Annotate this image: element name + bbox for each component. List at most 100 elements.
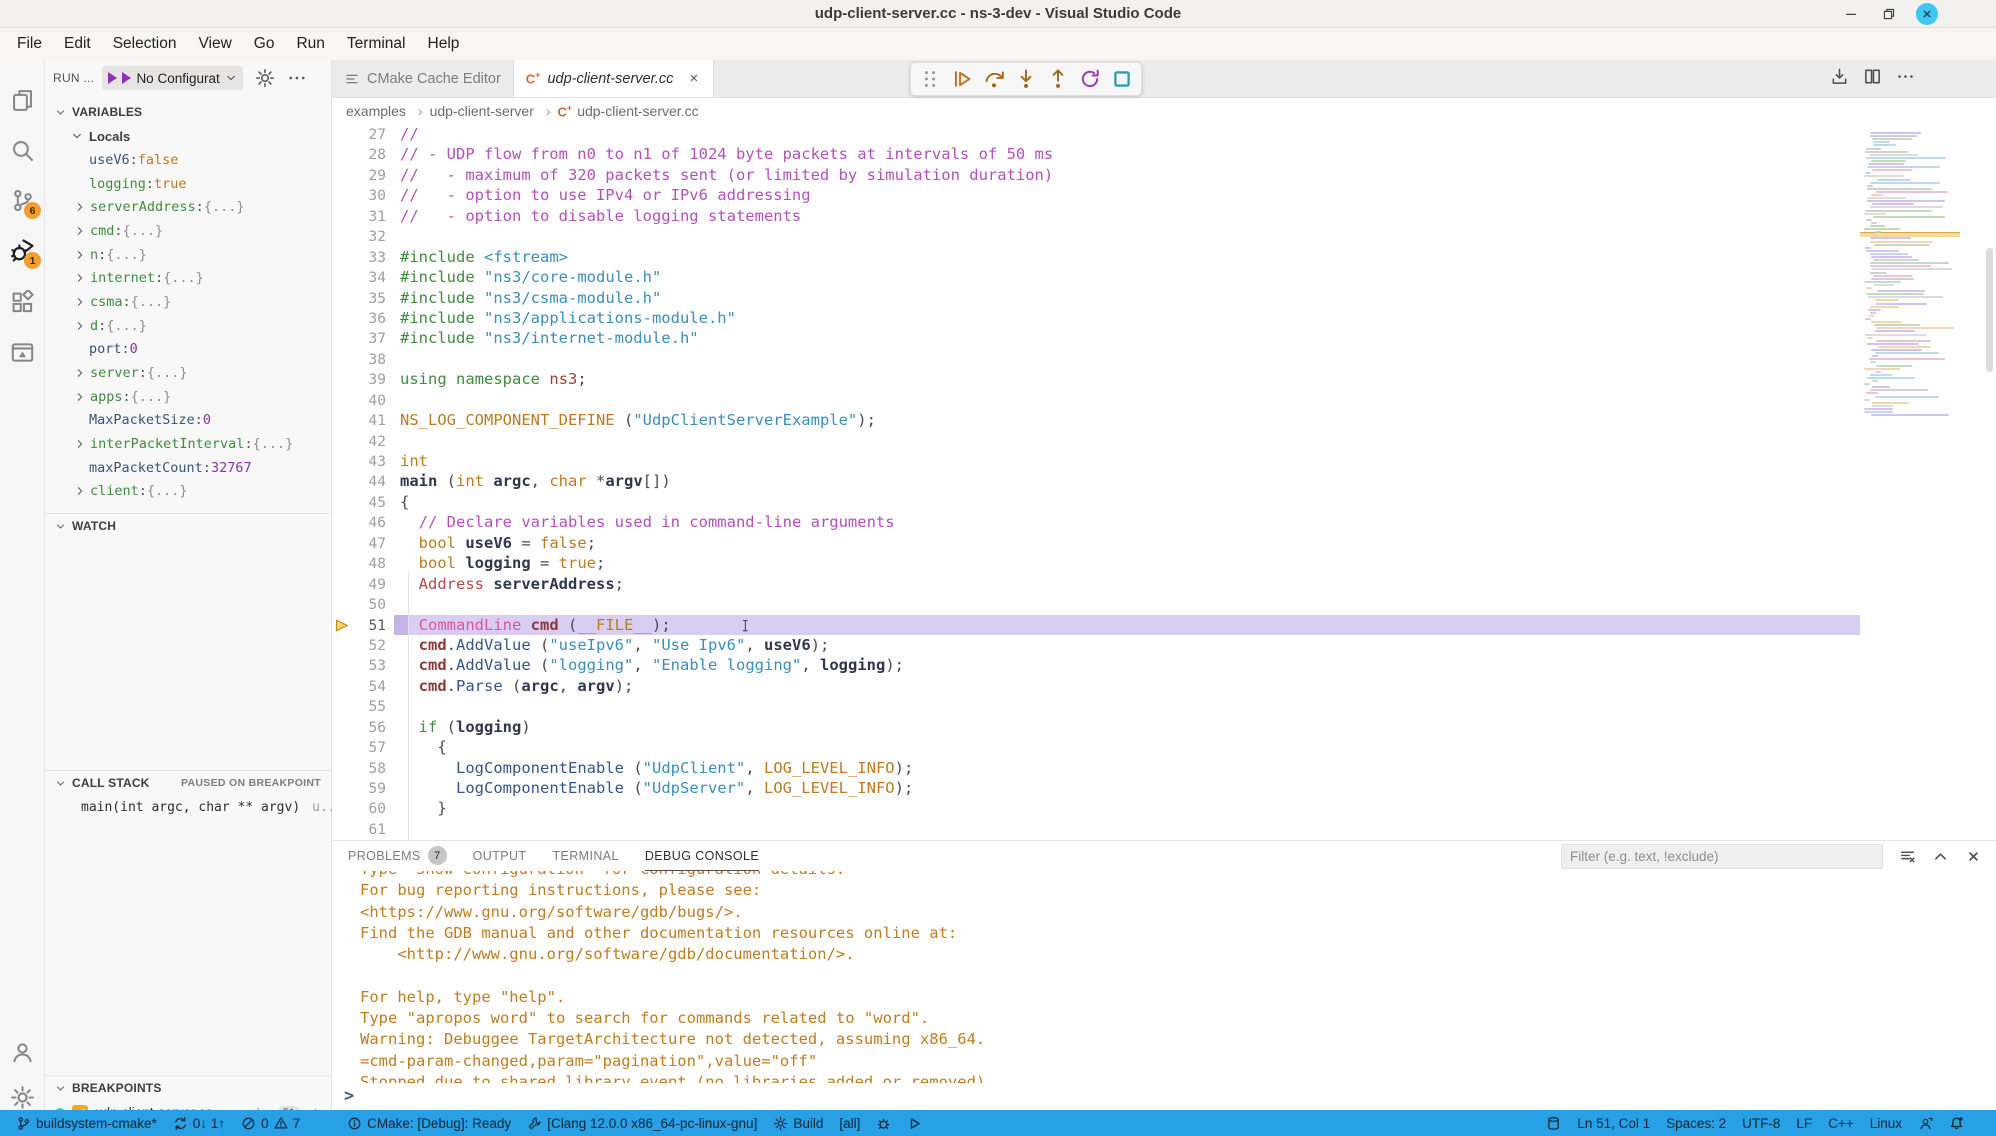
continue-button[interactable] [951, 68, 973, 90]
variables-header[interactable]: VARIABLES [45, 100, 331, 124]
variable-row[interactable]: internet: {...} [45, 266, 331, 290]
code-line[interactable]: 57 { [332, 737, 1860, 757]
code-line[interactable]: 33#include <fstream> [332, 247, 1860, 267]
panel-tab-debug-console[interactable]: DEBUG CONSOLE [645, 842, 759, 871]
debug-settings-gear-icon[interactable] [255, 68, 275, 88]
code-line[interactable]: 38 [332, 349, 1860, 369]
views-more-actions-icon[interactable] [287, 68, 307, 88]
variable-row[interactable]: d: {...} [45, 314, 331, 338]
activity-search[interactable] [0, 128, 44, 172]
status-platform[interactable]: Linux [1862, 1110, 1910, 1136]
status-feedback[interactable] [1910, 1110, 1941, 1136]
panel-tab-output[interactable]: OUTPUT [473, 842, 527, 871]
status-problems[interactable]: 07 [233, 1110, 308, 1136]
code-line[interactable]: 50 [332, 594, 1860, 614]
code-editor[interactable]: 27//28// - UDP flow from n0 to n1 of 102… [332, 124, 1860, 840]
status-launch-target[interactable] [899, 1110, 930, 1136]
breadcrumb-item[interactable]: C+udp-client-server.cc [558, 103, 699, 119]
status-eol[interactable]: LF [1788, 1110, 1820, 1136]
minimize-button[interactable] [1840, 3, 1862, 25]
close-button[interactable] [1916, 3, 1938, 25]
activity-explorer[interactable] [0, 78, 44, 122]
menu-terminal[interactable]: Terminal [336, 28, 417, 60]
scrollbar-thumb[interactable] [1986, 248, 1993, 372]
tab-udp-client-server-cc[interactable]: C+udp-client-server.cc× [514, 60, 715, 97]
drag-handle-button[interactable] [919, 68, 941, 90]
status-remote-indicator[interactable] [1538, 1110, 1569, 1136]
variable-row[interactable]: csma: {...} [45, 290, 331, 314]
code-line[interactable]: 53 cmd.AddValue ("logging", "Enable logg… [332, 655, 1860, 675]
variable-row[interactable]: n: {...} [45, 243, 331, 267]
code-line[interactable]: 45{ [332, 492, 1860, 512]
code-line[interactable]: 29// - maximum of 320 packets sent (or l… [332, 165, 1860, 185]
status-cmake-kit[interactable]: [Clang 12.0.0 x86_64-pc-linux-gnu] [519, 1110, 765, 1136]
code-line[interactable]: 31// - option to disable logging stateme… [332, 206, 1860, 226]
code-line[interactable]: 47 bool useV6 = false; [332, 533, 1860, 553]
activity-run-and-debug[interactable]: 1 [0, 228, 44, 272]
debug-console-output[interactable]: Type "show configuration" for configurat… [332, 871, 1996, 1083]
close-panel-icon[interactable] [1965, 848, 1982, 865]
clear-console-icon[interactable] [1899, 848, 1916, 865]
status-cursor-position[interactable]: Ln 51, Col 1 [1569, 1110, 1658, 1136]
variable-row[interactable]: apps: {...} [45, 385, 331, 409]
watch-header[interactable]: WATCH [45, 513, 331, 538]
code-line[interactable]: 39using namespace ns3; [332, 369, 1860, 389]
menu-go[interactable]: Go [243, 28, 286, 60]
code-line[interactable]: 46 // Declare variables used in command-… [332, 512, 1860, 532]
step-out-button[interactable] [1047, 68, 1069, 90]
code-line[interactable]: 35#include "ns3/csma-module.h" [332, 288, 1860, 308]
code-line[interactable]: 54 cmd.Parse (argc, argv); [332, 676, 1860, 696]
code-line[interactable]: 34#include "ns3/core-module.h" [332, 267, 1860, 287]
code-line[interactable]: 27// [332, 124, 1860, 144]
code-line[interactable]: 37#include "ns3/internet-module.h" [332, 328, 1860, 348]
code-line[interactable]: 58 LogComponentEnable ("UdpClient", LOG_… [332, 758, 1860, 778]
breadcrumb-item[interactable]: udp-client-server [430, 103, 558, 119]
code-line[interactable]: 59 LogComponentEnable ("UdpServer", LOG_… [332, 778, 1860, 798]
restart-button[interactable] [1079, 68, 1101, 90]
code-line[interactable]: 60 } [332, 798, 1860, 818]
code-line[interactable]: 32 [332, 226, 1860, 246]
menu-selection[interactable]: Selection [102, 28, 188, 60]
code-line[interactable]: 61 [332, 819, 1860, 839]
current-execution-line[interactable]: 51 CommandLine cmd (__FILE__); [332, 615, 1860, 635]
code-line[interactable]: 43int [332, 451, 1860, 471]
code-line[interactable]: 28// - UDP flow from n0 to n1 of 1024 by… [332, 144, 1860, 164]
code-line[interactable]: 42 [332, 431, 1860, 451]
activity-accounts[interactable] [0, 1030, 44, 1074]
code-line[interactable]: 41NS_LOG_COMPONENT_DEFINE ("UdpClientSer… [332, 410, 1860, 430]
status-language-mode[interactable]: C++ [1820, 1110, 1862, 1136]
menu-help[interactable]: Help [417, 28, 471, 60]
status-notifications[interactable] [1941, 1110, 1972, 1136]
code-line[interactable]: 30// - option to use IPv4 or IPv6 addres… [332, 185, 1860, 205]
status-build-target[interactable]: [all] [831, 1110, 868, 1136]
step-over-button[interactable] [983, 68, 1005, 90]
step-into-button[interactable] [1015, 68, 1037, 90]
variable-row[interactable]: logging: true [45, 172, 331, 196]
maximize-panel-icon[interactable] [1932, 848, 1949, 865]
activity-source-control[interactable]: 6 [0, 178, 44, 222]
code-line[interactable]: 55 [332, 696, 1860, 716]
split-editor-button[interactable] [1863, 67, 1882, 91]
status-debug-status[interactable] [308, 1110, 339, 1136]
code-line[interactable]: 40 [332, 390, 1860, 410]
minimap[interactable] [1860, 124, 1960, 424]
panel-tab-terminal[interactable]: TERMINAL [552, 842, 618, 871]
debug-configuration-dropdown[interactable]: No Configurat [102, 66, 242, 90]
code-line[interactable]: 44main (int argc, char *argv[]) [332, 471, 1860, 491]
menu-file[interactable]: File [6, 28, 53, 60]
variable-row[interactable]: maxPacketCount: 32767 [45, 456, 331, 480]
tab-cmake-cache-editor[interactable]: CMake Cache Editor [332, 60, 514, 97]
variable-row[interactable]: useV6: false [45, 148, 331, 172]
variable-row[interactable]: serverAddress: {...} [45, 195, 331, 219]
activity-test-panel[interactable] [0, 330, 44, 374]
variable-row[interactable]: server: {...} [45, 361, 331, 385]
status-cmake-build[interactable]: Build [765, 1110, 831, 1136]
console-filter-input[interactable] [1561, 844, 1883, 869]
breadcrumb-item[interactable]: examples [346, 103, 430, 119]
locals-scope[interactable]: Locals [45, 124, 331, 148]
menu-view[interactable]: View [187, 28, 242, 60]
call-stack-header[interactable]: CALL STACK PAUSED ON BREAKPOINT [45, 770, 331, 795]
variable-row[interactable]: port: 0 [45, 338, 331, 362]
code-line[interactable]: 48 bool logging = true; [332, 553, 1860, 573]
debug-console-prompt[interactable]: > [344, 1086, 354, 1106]
